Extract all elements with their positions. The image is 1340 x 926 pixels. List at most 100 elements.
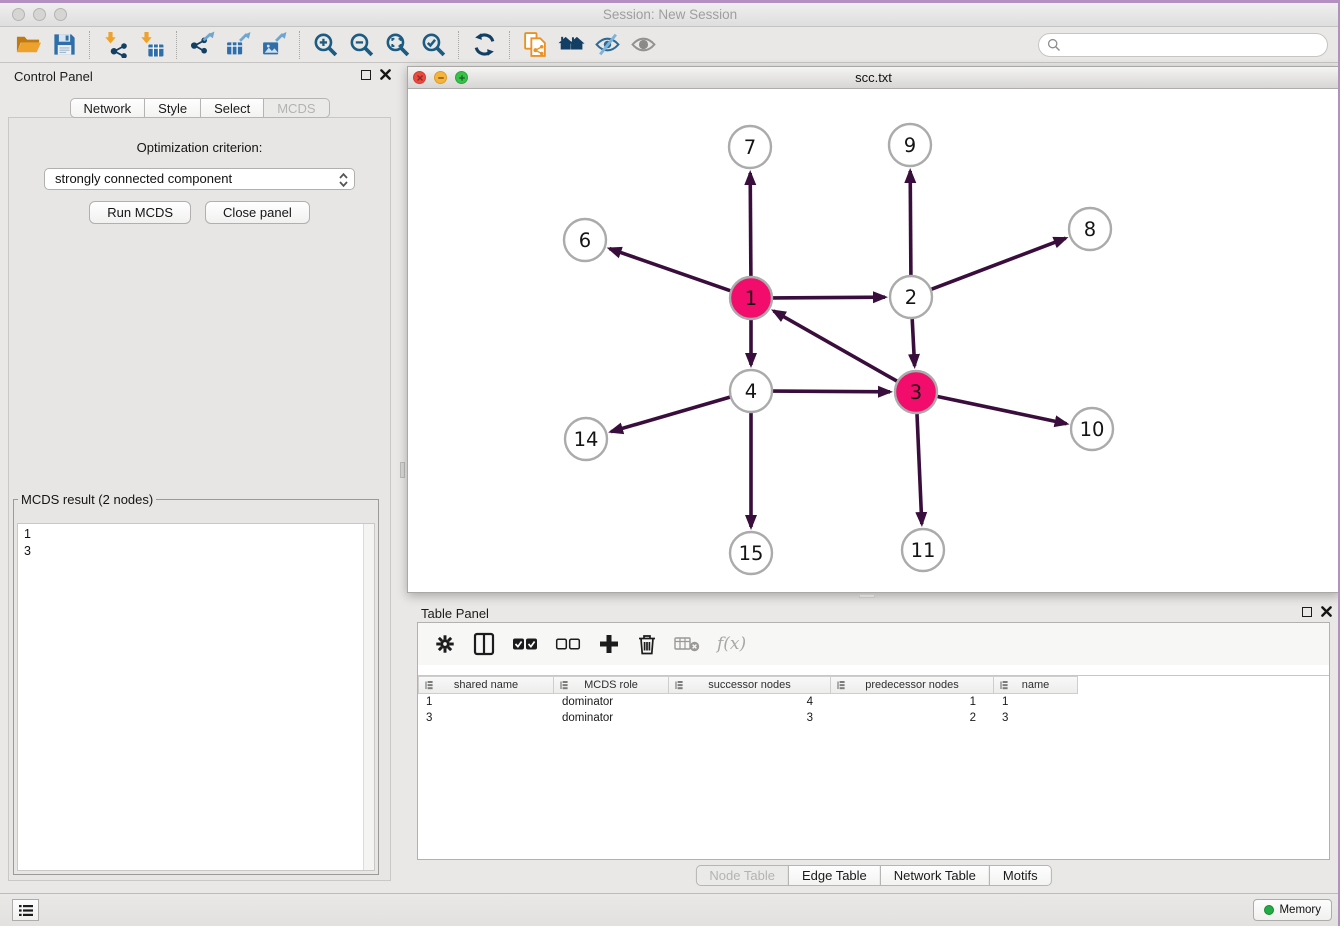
dropdown-stepper-icon	[336, 171, 351, 195]
node-label-10: 10	[1080, 418, 1105, 441]
zoom-selected-icon[interactable]	[415, 29, 451, 61]
column-header-name[interactable]: name	[994, 676, 1078, 694]
mcds-result-groupbox: MCDS result (2 nodes) 1 3	[13, 492, 379, 875]
export-image-icon[interactable]	[256, 29, 292, 61]
tab-network[interactable]: Network	[69, 98, 145, 118]
edge-3-11[interactable]	[917, 414, 922, 524]
tab-edge-table[interactable]: Edge Table	[788, 865, 881, 886]
toolbar-separator	[299, 31, 300, 59]
import-table-icon[interactable]	[133, 29, 169, 61]
table-row[interactable]: 1dominator411	[418, 694, 1329, 710]
tab-node-table[interactable]: Node Table	[695, 865, 789, 886]
edge-4-14[interactable]	[611, 397, 730, 432]
criterion-dropdown-value: strongly connected component	[55, 171, 232, 186]
edge-1-6[interactable]	[610, 249, 731, 291]
task-history-button[interactable]	[12, 899, 39, 921]
tab-network-table[interactable]: Network Table	[880, 865, 990, 886]
table-header-row: shared nameMCDS rolesuccessor nodesprede…	[418, 675, 1329, 694]
table-settings-icon[interactable]	[434, 633, 456, 655]
edge-3-10[interactable]	[938, 397, 1067, 424]
search-field[interactable]	[1038, 33, 1328, 57]
network-window-title: scc.txt	[408, 67, 1339, 88]
node-label-11: 11	[911, 539, 936, 562]
cell-name: 1	[994, 694, 1078, 710]
memory-label: Memory	[1279, 904, 1321, 916]
close-panel-button[interactable]: Close panel	[205, 201, 310, 224]
save-session-icon[interactable]	[46, 29, 82, 61]
toolbar-separator	[176, 31, 177, 59]
search-input[interactable]	[1066, 38, 1319, 53]
column-header-mcds-role[interactable]: MCDS role	[554, 676, 669, 694]
control-panel-title: Control Panel	[14, 69, 93, 84]
zoom-in-icon[interactable]	[307, 29, 343, 61]
cell-mcds-role: dominator	[554, 694, 669, 710]
toolbar-separator	[458, 31, 459, 59]
import-network-icon[interactable]	[97, 29, 133, 61]
node-label-9: 9	[904, 134, 916, 157]
edge-1-7[interactable]	[750, 173, 751, 276]
delete-columns-icon[interactable]	[637, 633, 657, 656]
tab-motifs[interactable]: Motifs	[989, 865, 1052, 886]
tab-style[interactable]: Style	[144, 98, 201, 118]
edge-2-8[interactable]	[932, 238, 1066, 289]
table-row[interactable]: 3dominator323	[418, 710, 1329, 726]
clone-network-icon[interactable]	[517, 29, 553, 61]
zoom-out-icon[interactable]	[343, 29, 379, 61]
result-scrollbar[interactable]	[363, 524, 374, 870]
export-network-icon[interactable]	[184, 29, 220, 61]
export-table-icon[interactable]	[220, 29, 256, 61]
mcds-result-textarea[interactable]: 1 3	[17, 523, 375, 871]
cell-name: 3	[994, 710, 1078, 726]
cell-successor-nodes: 3	[669, 710, 831, 726]
refresh-view-icon[interactable]	[466, 29, 502, 61]
delete-table-icon[interactable]	[674, 635, 700, 653]
network-canvas[interactable]: 7968124314101511	[408, 89, 1339, 592]
vertical-splitter[interactable]	[399, 63, 407, 893]
show-graphics-details-icon[interactable]	[625, 29, 661, 61]
app-titlebar: Session: New Session	[0, 3, 1340, 27]
list-icon	[18, 904, 34, 917]
edge-3-1[interactable]	[774, 311, 897, 381]
hide-graphics-details-icon[interactable]	[589, 29, 625, 61]
tab-select[interactable]: Select	[200, 98, 264, 118]
memory-button[interactable]: Memory	[1253, 899, 1332, 921]
column-header-shared-name[interactable]: shared name	[418, 676, 554, 694]
column-header-predecessor-nodes[interactable]: predecessor nodes	[831, 676, 994, 694]
add-column-icon[interactable]	[598, 633, 620, 655]
network-window-titlebar[interactable]: scc.txt	[408, 67, 1339, 89]
close-panel-icon[interactable]	[380, 69, 391, 80]
edge-1-2[interactable]	[773, 297, 885, 298]
deselect-all-checkboxes-icon[interactable]	[555, 637, 581, 651]
table-panel-title: Table Panel	[421, 606, 489, 621]
edge-2-9[interactable]	[910, 171, 911, 275]
horizontal-splitter[interactable]	[407, 593, 1340, 600]
column-header-successor-nodes[interactable]: successor nodes	[669, 676, 831, 694]
edge-4-3[interactable]	[773, 391, 890, 392]
main-toolbar	[0, 27, 1340, 63]
cell-successor-nodes: 4	[669, 694, 831, 710]
table-body: 1dominator4113dominator323	[418, 694, 1329, 726]
criterion-dropdown[interactable]: strongly connected component	[44, 168, 355, 190]
edge-2-3[interactable]	[912, 319, 914, 366]
run-mcds-button[interactable]: Run MCDS	[89, 201, 191, 224]
zoom-fit-icon[interactable]	[379, 29, 415, 61]
cell-predecessor-nodes: 1	[831, 694, 994, 710]
float-table-panel-icon[interactable]	[1302, 607, 1312, 617]
cell-mcds-role: dominator	[554, 710, 669, 726]
mcds-result-lines: 1 3	[18, 524, 362, 870]
open-session-icon[interactable]	[10, 29, 46, 61]
node-label-6: 6	[579, 229, 591, 252]
node-label-15: 15	[739, 542, 764, 565]
memory-status-icon	[1264, 905, 1274, 915]
float-panel-icon[interactable]	[361, 70, 371, 80]
select-all-checkboxes-icon[interactable]	[512, 637, 538, 651]
close-table-panel-icon[interactable]	[1321, 606, 1332, 617]
cell-predecessor-nodes: 2	[831, 710, 994, 726]
control-panel: Control Panel NetworkStyleSelectMCDS Opt…	[0, 63, 399, 893]
function-builder-icon[interactable]: f(x)	[717, 634, 746, 654]
tab-mcds[interactable]: MCDS	[263, 98, 329, 118]
sort-column-icon	[559, 680, 569, 690]
split-panel-icon[interactable]	[473, 632, 495, 656]
cyndex-home-icon[interactable]	[553, 29, 589, 61]
search-icon	[1047, 38, 1061, 52]
